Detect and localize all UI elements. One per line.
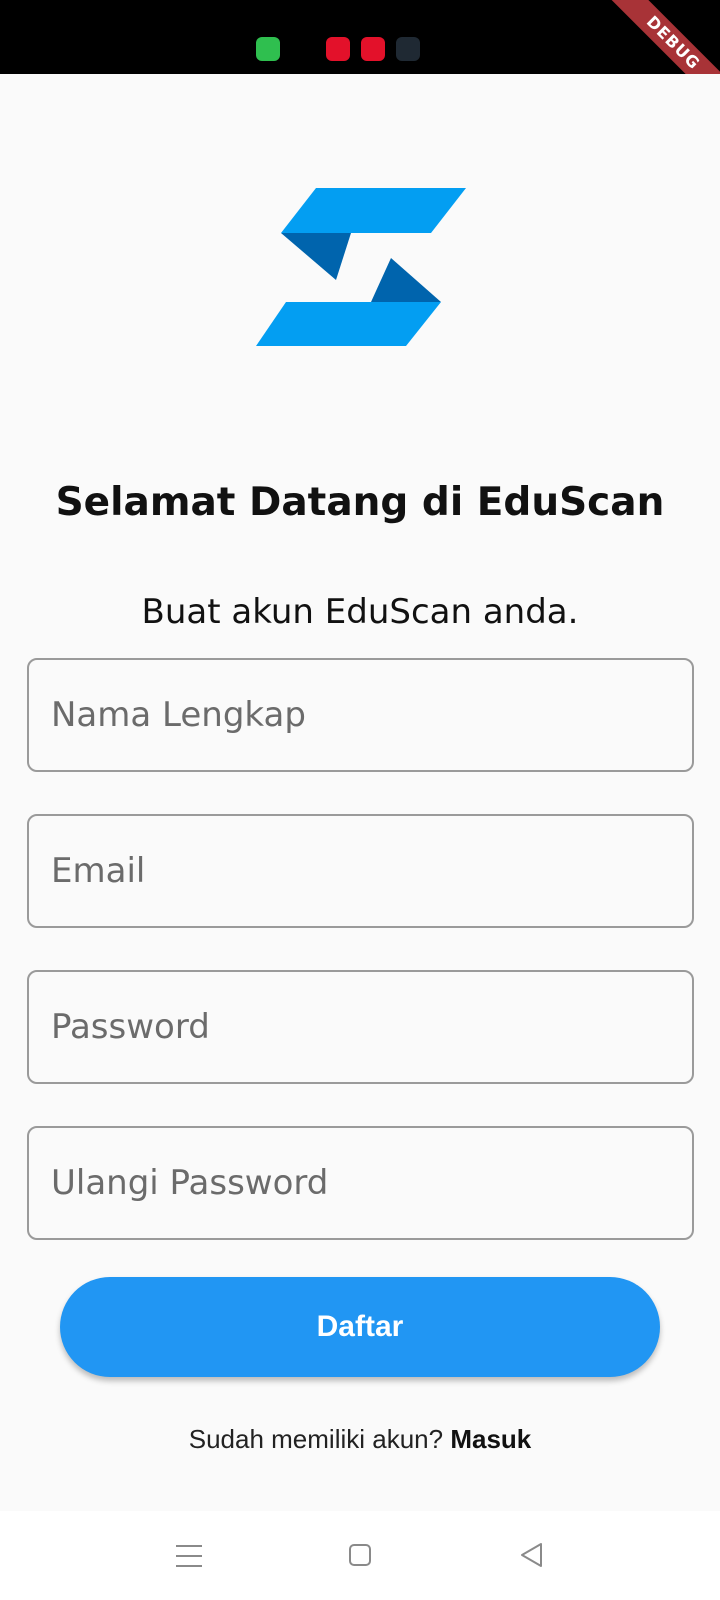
page-subtitle: Buat akun EduScan anda.: [141, 592, 579, 632]
repeat-password-field[interactable]: [27, 1126, 694, 1240]
home-icon[interactable]: [349, 1544, 371, 1566]
repeat-password-input[interactable]: [29, 1128, 692, 1238]
app-drone-icon: [396, 37, 420, 61]
app-t-icon: [326, 37, 350, 61]
login-prompt: Sudah memiliki akun? Masuk: [0, 1424, 720, 1455]
app-o-icon: [361, 37, 385, 61]
email-input[interactable]: [29, 816, 692, 926]
email-field[interactable]: [27, 814, 694, 928]
login-link[interactable]: Masuk: [450, 1424, 531, 1454]
full-name-field[interactable]: [27, 658, 694, 772]
password-field[interactable]: [27, 970, 694, 1084]
menu-icon[interactable]: [176, 1545, 202, 1567]
password-input[interactable]: [29, 972, 692, 1082]
full-name-input[interactable]: [29, 660, 692, 770]
page-title: Selamat Datang di EduScan: [55, 480, 665, 525]
register-button[interactable]: Daftar: [60, 1277, 660, 1377]
system-nav-bar: [0, 1511, 720, 1600]
signup-screen: Selamat Datang di EduScan Buat akun EduS…: [0, 74, 720, 1511]
back-icon[interactable]: [519, 1542, 545, 1568]
shopping-bag-icon: [256, 37, 280, 61]
login-prompt-text: Sudah memiliki akun?: [188, 1424, 444, 1454]
eduscan-logo: [256, 188, 466, 346]
